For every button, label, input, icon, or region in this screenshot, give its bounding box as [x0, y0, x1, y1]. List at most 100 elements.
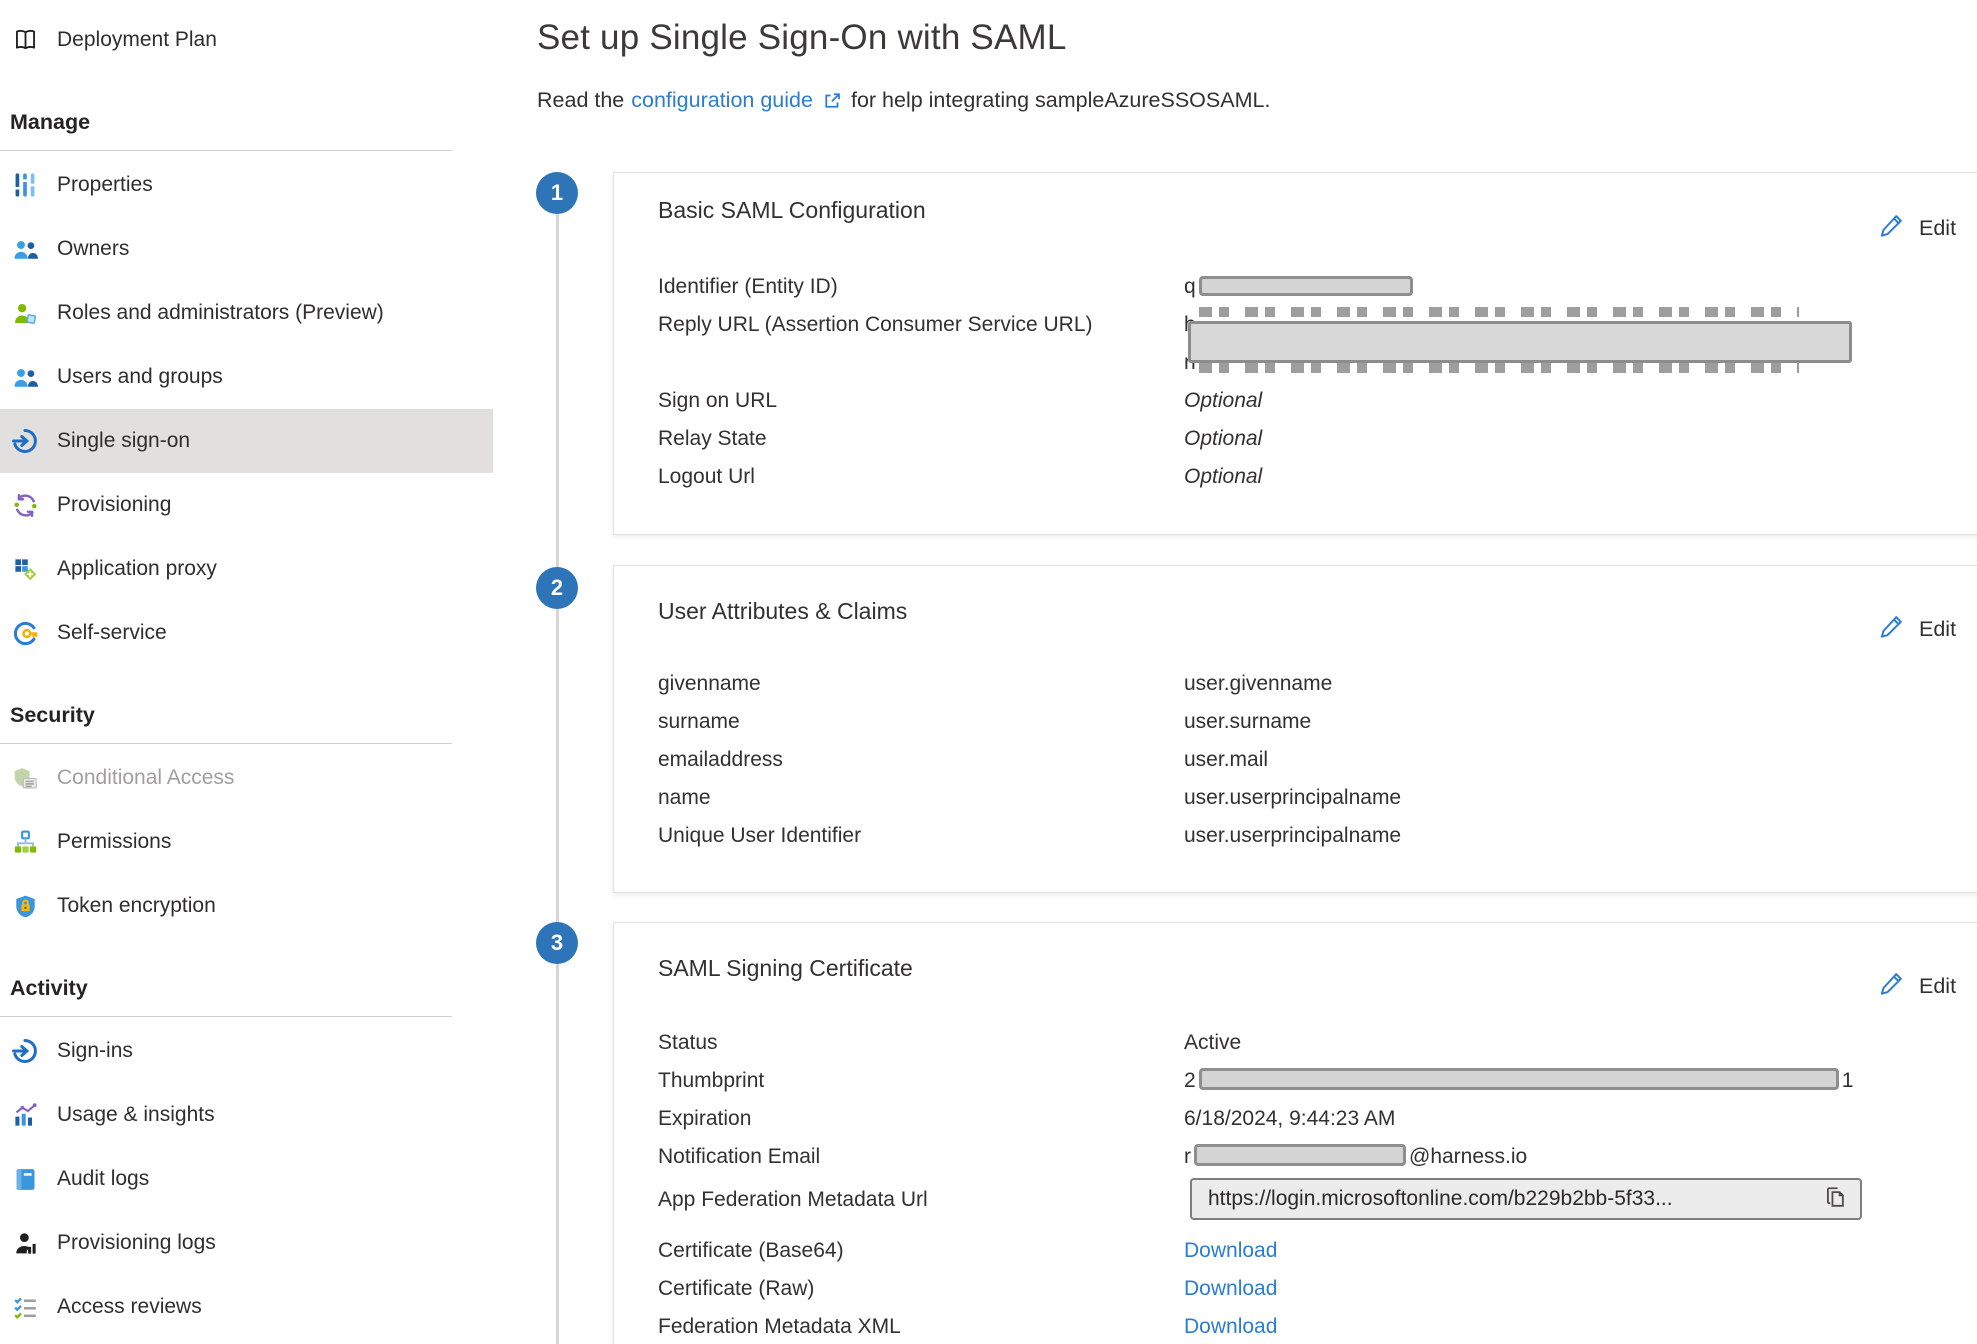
card-title: SAML Signing Certificate — [658, 955, 1977, 982]
sidebar-item-label: Users and groups — [57, 365, 223, 389]
field-value: Optional — [1184, 420, 1262, 458]
sidebar-item-audit-logs[interactable]: Audit logs — [0, 1147, 493, 1211]
copy-icon — [1824, 1185, 1850, 1214]
shield-lock-icon — [10, 891, 40, 921]
basic-saml-configuration-card: Basic SAML Configuration Edit Identifier… — [613, 172, 1977, 535]
sidebar-item-users-and-groups[interactable]: Users and groups — [0, 345, 493, 409]
metadata-url-value: https://login.microsoftonline.com/b229b2… — [1208, 1180, 1816, 1218]
sidebar-item-label: Conditional Access — [57, 766, 234, 790]
claim-row: emailaddress user.mail — [658, 741, 1977, 779]
sidebar: Deployment Plan Manage Properties Owners… — [0, 0, 493, 1344]
sidebar-item-usage-insights[interactable]: Usage & insights — [0, 1083, 493, 1147]
claim-name: emailaddress — [658, 741, 1184, 779]
field-value-redacted: q — [1184, 268, 1416, 306]
field-label: Federation Metadata XML — [658, 1308, 1184, 1344]
field-row-certificate-base64: Certificate (Base64) Download — [658, 1232, 1977, 1270]
field-row-logout-url: Logout Url Optional — [658, 458, 1977, 496]
field-label: Logout Url — [658, 458, 1184, 496]
sidebar-item-permissions[interactable]: Permissions — [0, 810, 493, 874]
sidebar-section-activity: Activity — [0, 970, 493, 1006]
sidebar-item-label: Provisioning — [57, 493, 171, 517]
field-label: Certificate (Raw) — [658, 1270, 1184, 1308]
field-row-status: Status Active — [658, 1024, 1977, 1062]
sidebar-item-deployment-plan[interactable]: Deployment Plan — [0, 8, 493, 72]
grid-diamond-icon — [10, 554, 40, 584]
card-title: User Attributes & Claims — [658, 598, 1977, 625]
claim-value: user.userprincipalname — [1184, 817, 1401, 855]
divider — [0, 743, 452, 744]
edit-label: Edit — [1919, 216, 1956, 241]
sidebar-item-label: Usage & insights — [57, 1103, 215, 1127]
field-label: Reply URL (Assertion Consumer Service UR… — [658, 306, 1184, 382]
configuration-guide-link[interactable]: configuration guide — [631, 88, 813, 113]
shield-list-icon — [10, 763, 40, 793]
sidebar-item-properties[interactable]: Properties — [0, 153, 493, 217]
edit-basic-saml-button[interactable]: Edit — [1878, 211, 1956, 245]
field-label: Thumbprint — [658, 1062, 1184, 1100]
field-row-certificate-raw: Certificate (Raw) Download — [658, 1270, 1977, 1308]
claim-name: name — [658, 779, 1184, 817]
field-row-relay-state: Relay State Optional — [658, 420, 1977, 458]
sidebar-item-self-service[interactable]: Self-service — [0, 601, 493, 665]
step-badge-1: 1 — [536, 172, 578, 214]
sidebar-item-label: Sign-ins — [57, 1039, 133, 1063]
sidebar-item-provisioning[interactable]: Provisioning — [0, 473, 493, 537]
status-value: Active — [1184, 1024, 1241, 1062]
people-icon — [10, 234, 40, 264]
sidebar-item-owners[interactable]: Owners — [0, 217, 493, 281]
claim-value: user.mail — [1184, 741, 1268, 779]
divider — [0, 150, 452, 151]
metadata-url-field[interactable]: https://login.microsoftonline.com/b229b2… — [1190, 1178, 1862, 1220]
page-title: Set up Single Sign-On with SAML — [537, 18, 1067, 58]
claim-row: givenname user.givenname — [658, 665, 1977, 703]
edit-signing-certificate-button[interactable]: Edit — [1878, 969, 1956, 1003]
sidebar-item-label: Roles and administrators (Preview) — [57, 301, 384, 325]
sign-in-circle-icon — [10, 426, 40, 456]
claim-name: surname — [658, 703, 1184, 741]
sidebar-item-application-proxy[interactable]: Application proxy — [0, 537, 493, 601]
sidebar-item-token-encryption[interactable]: Token encryption — [0, 874, 493, 938]
field-value: Optional — [1184, 382, 1262, 420]
expiration-value: 6/18/2024, 9:44:23 AM — [1184, 1100, 1395, 1138]
sidebar-item-roles-administrators[interactable]: Roles and administrators (Preview) — [0, 281, 493, 345]
sidebar-item-sign-ins[interactable]: Sign-ins — [0, 1019, 493, 1083]
card-title: Basic SAML Configuration — [658, 197, 1977, 224]
obscured-text-fragments — [1199, 363, 1799, 373]
sidebar-item-label: Token encryption — [57, 894, 216, 918]
step-connector-line — [556, 194, 559, 1344]
chart-insights-icon — [10, 1100, 40, 1130]
sidebar-item-provisioning-logs[interactable]: Provisioning logs — [0, 1211, 493, 1275]
copy-button[interactable] — [1824, 1185, 1850, 1214]
edit-user-attributes-button[interactable]: Edit — [1878, 612, 1956, 646]
field-value: Optional — [1184, 458, 1262, 496]
claim-row: Unique User Identifier user.userprincipa… — [658, 817, 1977, 855]
open-book-icon — [10, 25, 40, 55]
org-chart-icon — [10, 827, 40, 857]
claim-name: givenname — [658, 665, 1184, 703]
field-row-identifier: Identifier (Entity ID) q — [658, 268, 1977, 306]
sidebar-section-security: Security — [0, 697, 493, 733]
download-certificate-raw-link[interactable]: Download — [1184, 1270, 1277, 1308]
field-label: Status — [658, 1024, 1184, 1062]
field-row-sign-on-url: Sign on URL Optional — [658, 382, 1977, 420]
sidebar-item-access-reviews[interactable]: Access reviews — [0, 1275, 493, 1339]
sync-icon — [10, 490, 40, 520]
sliders-icon — [10, 170, 40, 200]
field-label: Certificate (Base64) — [658, 1232, 1184, 1270]
sidebar-item-label: Provisioning logs — [57, 1231, 216, 1255]
download-federation-metadata-xml-link[interactable]: Download — [1184, 1308, 1277, 1344]
download-certificate-base64-link[interactable]: Download — [1184, 1232, 1277, 1270]
sidebar-item-label: Self-service — [57, 621, 167, 645]
field-row-notification-email: Notification Email r@harness.io — [658, 1138, 1977, 1176]
saml-signing-certificate-card: SAML Signing Certificate Edit Status Act… — [613, 922, 1977, 1344]
sidebar-item-label: Application proxy — [57, 557, 217, 581]
step-badge-3: 3 — [536, 922, 578, 964]
edit-label: Edit — [1919, 974, 1956, 999]
field-label: App Federation Metadata Url — [658, 1178, 1184, 1228]
claim-value: user.surname — [1184, 703, 1311, 741]
user-attributes-claims-card: User Attributes & Claims Edit givenname … — [613, 565, 1977, 893]
redaction-bar — [1199, 276, 1413, 296]
step-badge-2: 2 — [536, 567, 578, 609]
sidebar-item-single-sign-on[interactable]: Single sign-on — [0, 409, 493, 473]
pencil-icon — [1878, 969, 1906, 1003]
